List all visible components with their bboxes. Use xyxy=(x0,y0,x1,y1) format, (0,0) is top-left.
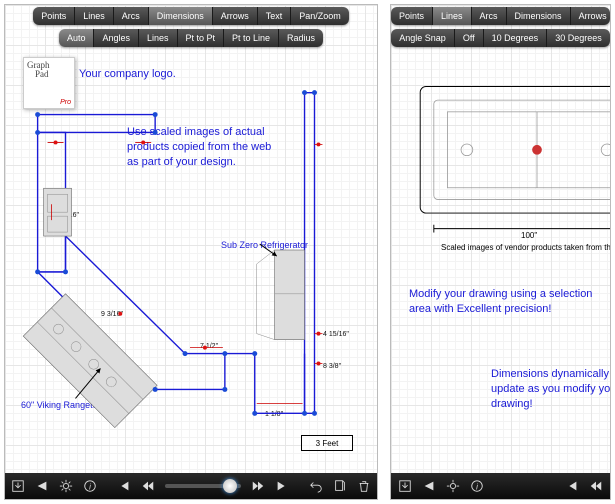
toolbar-btn-angles[interactable]: Angles xyxy=(94,29,139,47)
info-icon[interactable]: i xyxy=(83,478,97,494)
undo-icon[interactable] xyxy=(309,478,323,494)
right-pane: PointsLinesArcsDimensionsArrows Angle Sn… xyxy=(390,4,611,500)
toolbar-btn-points[interactable]: Points xyxy=(391,7,433,25)
toolbar-btn-pt-to-line[interactable]: Pt to Line xyxy=(224,29,279,47)
share-icon[interactable] xyxy=(421,478,437,494)
note-dims-update: Dimensions dynamically update as you mod… xyxy=(491,367,611,412)
toolbar-btn-pan-zoom[interactable]: Pan/Zoom xyxy=(291,7,349,25)
floorplan-svg xyxy=(5,5,377,499)
drawing-canvas[interactable]: 100" Scaled images of vendor products ta… xyxy=(391,5,610,499)
toolbar-btn-lines[interactable]: Lines xyxy=(75,7,114,25)
toolbar-btn-dimensions[interactable]: Dimensions xyxy=(149,7,213,25)
skip-back-icon[interactable] xyxy=(117,478,131,494)
new-icon[interactable] xyxy=(333,478,347,494)
toolbar-btn-off[interactable]: Off xyxy=(455,29,484,47)
toolbar-btn-arcs[interactable]: Arcs xyxy=(472,7,507,25)
toolbar-btn-10-degrees[interactable]: 10 Degrees xyxy=(484,29,548,47)
bottom-toolbar: i xyxy=(5,473,377,499)
rewind-icon[interactable] xyxy=(141,478,155,494)
toolbar-btn-lines[interactable]: Lines xyxy=(139,29,178,47)
toolbar-btn-text[interactable]: Text xyxy=(258,7,292,25)
left-pane: PointsLinesArcsDimensionsArrowsTextPan/Z… xyxy=(4,4,378,500)
toolbar-btn-dimensions[interactable]: Dimensions xyxy=(507,7,571,25)
toolbar-btn-auto[interactable]: Auto xyxy=(59,29,95,47)
skip-back-icon[interactable] xyxy=(564,478,580,494)
toolbar-btn-arrows[interactable]: Arrows xyxy=(213,7,258,25)
gear-icon[interactable] xyxy=(445,478,461,494)
note-modify: Modify your drawing using a selection ar… xyxy=(409,287,609,317)
svg-text:i: i xyxy=(476,483,478,492)
toolbar-btn-30-degrees[interactable]: 30 Degrees xyxy=(547,29,610,47)
forward-icon[interactable] xyxy=(251,478,265,494)
trash-icon[interactable] xyxy=(357,478,371,494)
import-icon[interactable] xyxy=(397,478,413,494)
toolbar-btn-pt-to-pt[interactable]: Pt to Pt xyxy=(178,29,225,47)
caption-table: Scaled images of vendor products taken f… xyxy=(441,243,611,252)
slider-knob[interactable] xyxy=(223,479,237,493)
share-icon[interactable] xyxy=(35,478,49,494)
toolbar-btn-angle-snap[interactable]: Angle Snap xyxy=(391,29,455,47)
dim-label: 100" xyxy=(521,231,537,240)
import-icon[interactable] xyxy=(11,478,25,494)
drawing-canvas[interactable]: Graph Pad Pro Your company logo. Use sca… xyxy=(5,5,377,499)
toolbar-btn-radius[interactable]: Radius xyxy=(279,29,323,47)
sub-toolbar: AutoAnglesLinesPt to PtPt to LineRadius xyxy=(5,27,377,49)
gear-icon[interactable] xyxy=(59,478,73,494)
svg-text:i: i xyxy=(89,483,91,492)
table-svg xyxy=(391,5,610,499)
toolbar-btn-lines[interactable]: Lines xyxy=(433,7,472,25)
toolbar-btn-arrows[interactable]: Arrows xyxy=(571,7,610,25)
skip-fwd-icon[interactable] xyxy=(275,478,289,494)
toolbar-btn-arcs[interactable]: Arcs xyxy=(114,7,149,25)
zoom-slider[interactable] xyxy=(165,484,241,488)
info-icon[interactable]: i xyxy=(469,478,485,494)
toolbar-btn-points[interactable]: Points xyxy=(33,7,75,25)
bottom-toolbar: i xyxy=(391,473,610,499)
sub-toolbar: Angle SnapOff10 Degrees30 Degrees xyxy=(391,27,610,49)
rewind-icon[interactable] xyxy=(588,478,604,494)
main-toolbar: PointsLinesArcsDimensionsArrows xyxy=(391,5,610,27)
main-toolbar: PointsLinesArcsDimensionsArrowsTextPan/Z… xyxy=(5,5,377,27)
